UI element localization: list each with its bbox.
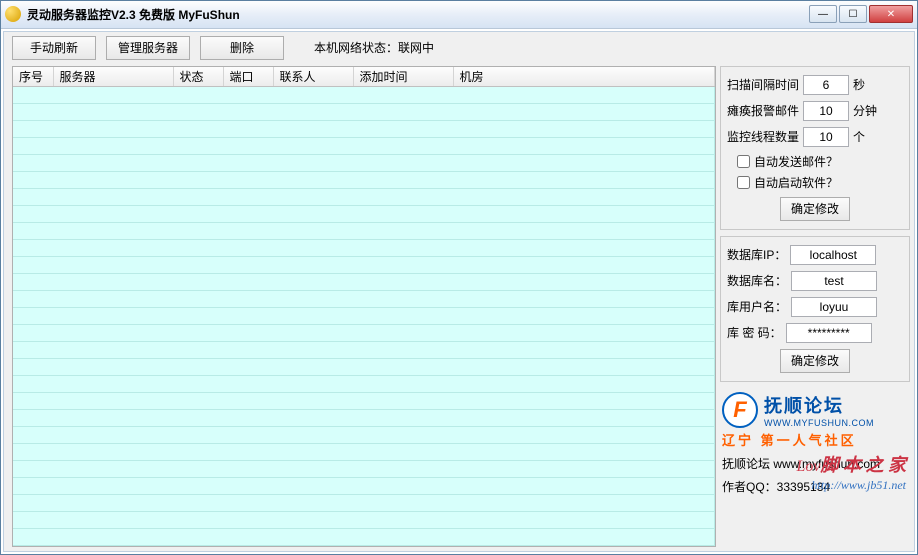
db-name-label: 数据库名：: [727, 272, 787, 289]
table-row[interactable]: [13, 87, 715, 104]
db-ip-label: 数据库IP：: [727, 246, 786, 263]
logo-icon: F: [722, 392, 758, 428]
threads-unit: 个: [853, 128, 865, 145]
scan-unit: 秒: [853, 76, 865, 93]
table-row[interactable]: [13, 104, 715, 121]
table-row[interactable]: [13, 138, 715, 155]
table-row[interactable]: [13, 444, 715, 461]
threads-input[interactable]: [803, 127, 849, 147]
right-panel: 扫描间隔时间 秒 瘫痪报警邮件 分钟 监控线程数量 个: [720, 66, 910, 548]
db-confirm-button[interactable]: 确定修改: [780, 349, 850, 373]
db-pass-input[interactable]: [786, 323, 872, 343]
db-user-label: 库用户名：: [727, 298, 787, 315]
app-icon: [5, 6, 21, 22]
logo-en: WWW.MYFUSHUN.COM: [764, 418, 874, 428]
col-addtime[interactable]: 添加时间: [353, 67, 453, 87]
threads-label: 监控线程数量: [727, 128, 799, 145]
db-pass-label: 库 密 码：: [727, 324, 782, 341]
table-row[interactable]: [13, 121, 715, 138]
logo-cn: 抚顺论坛: [764, 392, 874, 418]
delete-button[interactable]: 删除: [200, 36, 284, 60]
window-body: 手动刷新 管理服务器 删除 本机网络状态：联网中 序号 服务器 状态 端口 联系…: [3, 31, 915, 553]
table-row[interactable]: [13, 427, 715, 444]
table-row[interactable]: [13, 376, 715, 393]
table-row[interactable]: [13, 308, 715, 325]
table-row[interactable]: [13, 342, 715, 359]
table-row[interactable]: [13, 189, 715, 206]
table-row[interactable]: [13, 393, 715, 410]
table-row[interactable]: [13, 257, 715, 274]
server-table-wrap[interactable]: 序号 服务器 状态 端口 联系人 添加时间 机房: [12, 66, 716, 548]
settings-panel: 扫描间隔时间 秒 瘫痪报警邮件 分钟 监控线程数量 个: [720, 66, 910, 230]
table-row[interactable]: [13, 155, 715, 172]
table-row[interactable]: [13, 461, 715, 478]
col-port[interactable]: 端口: [223, 67, 273, 87]
table-row[interactable]: [13, 495, 715, 512]
logo-area: F 抚顺论坛 WWW.MYFUSHUN.COM 辽宁 第一人气社区 抚顺论坛 w…: [720, 388, 910, 495]
scan-interval-input[interactable]: [803, 75, 849, 95]
window-controls: — ☐ ✕: [809, 5, 913, 23]
watermark-1: Lov脚 本 之 家: [797, 451, 907, 477]
table-row[interactable]: [13, 240, 715, 257]
table-row[interactable]: [13, 325, 715, 342]
col-seq[interactable]: 序号: [13, 67, 53, 87]
db-name-input[interactable]: [791, 271, 877, 291]
col-room[interactable]: 机房: [453, 67, 715, 87]
auto-mail-checkbox[interactable]: [737, 155, 750, 168]
close-button[interactable]: ✕: [869, 5, 913, 23]
refresh-button[interactable]: 手动刷新: [12, 36, 96, 60]
table-row[interactable]: [13, 529, 715, 546]
auto-start-checkbox[interactable]: [737, 176, 750, 189]
table-row[interactable]: [13, 223, 715, 240]
col-server[interactable]: 服务器: [53, 67, 173, 87]
watermark-2: http://www.jb51.net: [812, 478, 906, 493]
auto-start-label: 自动启动软件？: [754, 174, 838, 191]
toolbar: 手动刷新 管理服务器 删除 本机网络状态：联网中: [4, 32, 914, 64]
maximize-button[interactable]: ☐: [839, 5, 867, 23]
auto-mail-label: 自动发送邮件？: [754, 153, 838, 170]
settings-confirm-button[interactable]: 确定修改: [780, 197, 850, 221]
table-row[interactable]: [13, 410, 715, 427]
alarm-unit: 分钟: [853, 102, 877, 119]
col-contact[interactable]: 联系人: [273, 67, 353, 87]
db-panel: 数据库IP： 数据库名： 库用户名： 库 密 码：: [720, 236, 910, 382]
network-status: 本机网络状态：联网中: [314, 39, 434, 56]
alarm-mail-label: 瘫痪报警邮件: [727, 102, 799, 119]
table-row[interactable]: [13, 172, 715, 189]
table-row[interactable]: [13, 478, 715, 495]
server-table: 序号 服务器 状态 端口 联系人 添加时间 机房: [13, 67, 715, 547]
db-ip-input[interactable]: [790, 245, 876, 265]
minimize-button[interactable]: —: [809, 5, 837, 23]
content-area: 序号 服务器 状态 端口 联系人 添加时间 机房 扫: [4, 64, 914, 552]
table-row[interactable]: [13, 291, 715, 308]
table-row[interactable]: [13, 359, 715, 376]
db-user-input[interactable]: [791, 297, 877, 317]
table-row[interactable]: [13, 206, 715, 223]
table-row[interactable]: [13, 512, 715, 529]
table-row[interactable]: [13, 274, 715, 291]
scan-interval-label: 扫描间隔时间: [727, 76, 799, 93]
logo-sub: 辽宁 第一人气社区: [722, 430, 908, 449]
col-status[interactable]: 状态: [173, 67, 223, 87]
manage-servers-button[interactable]: 管理服务器: [106, 36, 190, 60]
window-title: 灵动服务器监控V2.3 免费版 MyFuShun: [27, 6, 809, 23]
app-window: 灵动服务器监控V2.3 免费版 MyFuShun — ☐ ✕ 手动刷新 管理服务…: [0, 0, 918, 555]
titlebar[interactable]: 灵动服务器监控V2.3 免费版 MyFuShun — ☐ ✕: [1, 1, 917, 29]
alarm-mail-input[interactable]: [803, 101, 849, 121]
